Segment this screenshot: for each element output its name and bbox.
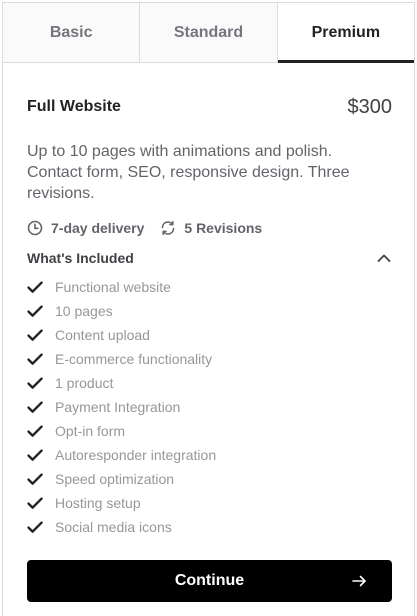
feature-list: Functional website 10 pages Content upload… [27, 275, 392, 539]
feature-item: Hosting setup [27, 491, 392, 515]
feature-item: Social media icons [27, 515, 392, 539]
package-panel: Basic Standard Premium Full Website $300… [2, 2, 415, 616]
feature-label: E-commerce functionality [55, 351, 213, 367]
feature-label: 10 pages [55, 303, 113, 319]
package-meta: 7-day delivery 5 Revisions [27, 218, 392, 238]
clock-icon [27, 220, 43, 236]
package-title: Full Website [27, 98, 121, 115]
feature-label: Functional website [55, 279, 171, 295]
checkmark-icon [27, 519, 43, 535]
feature-item: Payment Integration [27, 395, 392, 419]
tab-standard[interactable]: Standard [140, 3, 278, 62]
feature-label: Opt-in form [55, 423, 126, 439]
package-description: Up to 10 pages with animations and polis… [27, 143, 350, 202]
checkmark-icon [27, 495, 43, 511]
feature-item: 10 pages [27, 299, 392, 323]
checkmark-icon [27, 399, 43, 415]
feature-label: 1 product [55, 375, 114, 391]
feature-label: Autoresponder integration [55, 447, 217, 463]
chevron-up-icon[interactable] [376, 250, 392, 266]
revisions-count: 5 Revisions [160, 220, 262, 236]
whats-included-title: What's Included [27, 250, 134, 266]
checkmark-icon [27, 375, 43, 391]
feature-label: Speed optimization [55, 471, 175, 487]
package-price: $300 [347, 95, 393, 118]
feature-item: Opt-in form [27, 419, 392, 443]
checkmark-icon [27, 303, 43, 319]
checkmark-icon [27, 423, 43, 439]
feature-item: Content upload [27, 323, 392, 347]
checkmark-icon [27, 471, 43, 487]
delivery-time: 7-day delivery [27, 220, 144, 236]
delivery-label: 7-day delivery [51, 220, 145, 236]
checkmark-icon [27, 327, 43, 343]
refresh-icon [162, 221, 175, 235]
feature-item: Autoresponder integration [27, 443, 392, 467]
tab-basic[interactable]: Basic [3, 3, 141, 62]
feature-item: Speed optimization [27, 467, 392, 491]
checkmark-icon [27, 279, 43, 295]
revisions-label: 5 Revisions [184, 220, 263, 236]
arrow-right-icon [351, 573, 367, 589]
whats-included-toggle[interactable]: What's Included [27, 247, 392, 269]
feature-label: Social media icons [55, 519, 172, 535]
feature-item: Functional website [27, 275, 392, 299]
feature-item: E-commerce functionality [27, 347, 392, 371]
package-content: Full Website $300 Up to 10 pages with an… [3, 95, 414, 602]
feature-label: Payment Integration [55, 399, 181, 415]
feature-label: Content upload [55, 327, 150, 343]
tab-premium[interactable]: Premium [277, 3, 415, 63]
feature-label: Hosting setup [55, 495, 141, 511]
package-header: Full Website $300 [27, 95, 392, 119]
checkmark-icon [27, 447, 43, 463]
continue-label: Continue [174, 572, 245, 589]
package-tabs: Basic Standard Premium [3, 3, 415, 63]
checkmark-icon [27, 351, 43, 367]
continue-button[interactable]: Continue [27, 560, 392, 602]
feature-item: 1 product [27, 371, 392, 395]
